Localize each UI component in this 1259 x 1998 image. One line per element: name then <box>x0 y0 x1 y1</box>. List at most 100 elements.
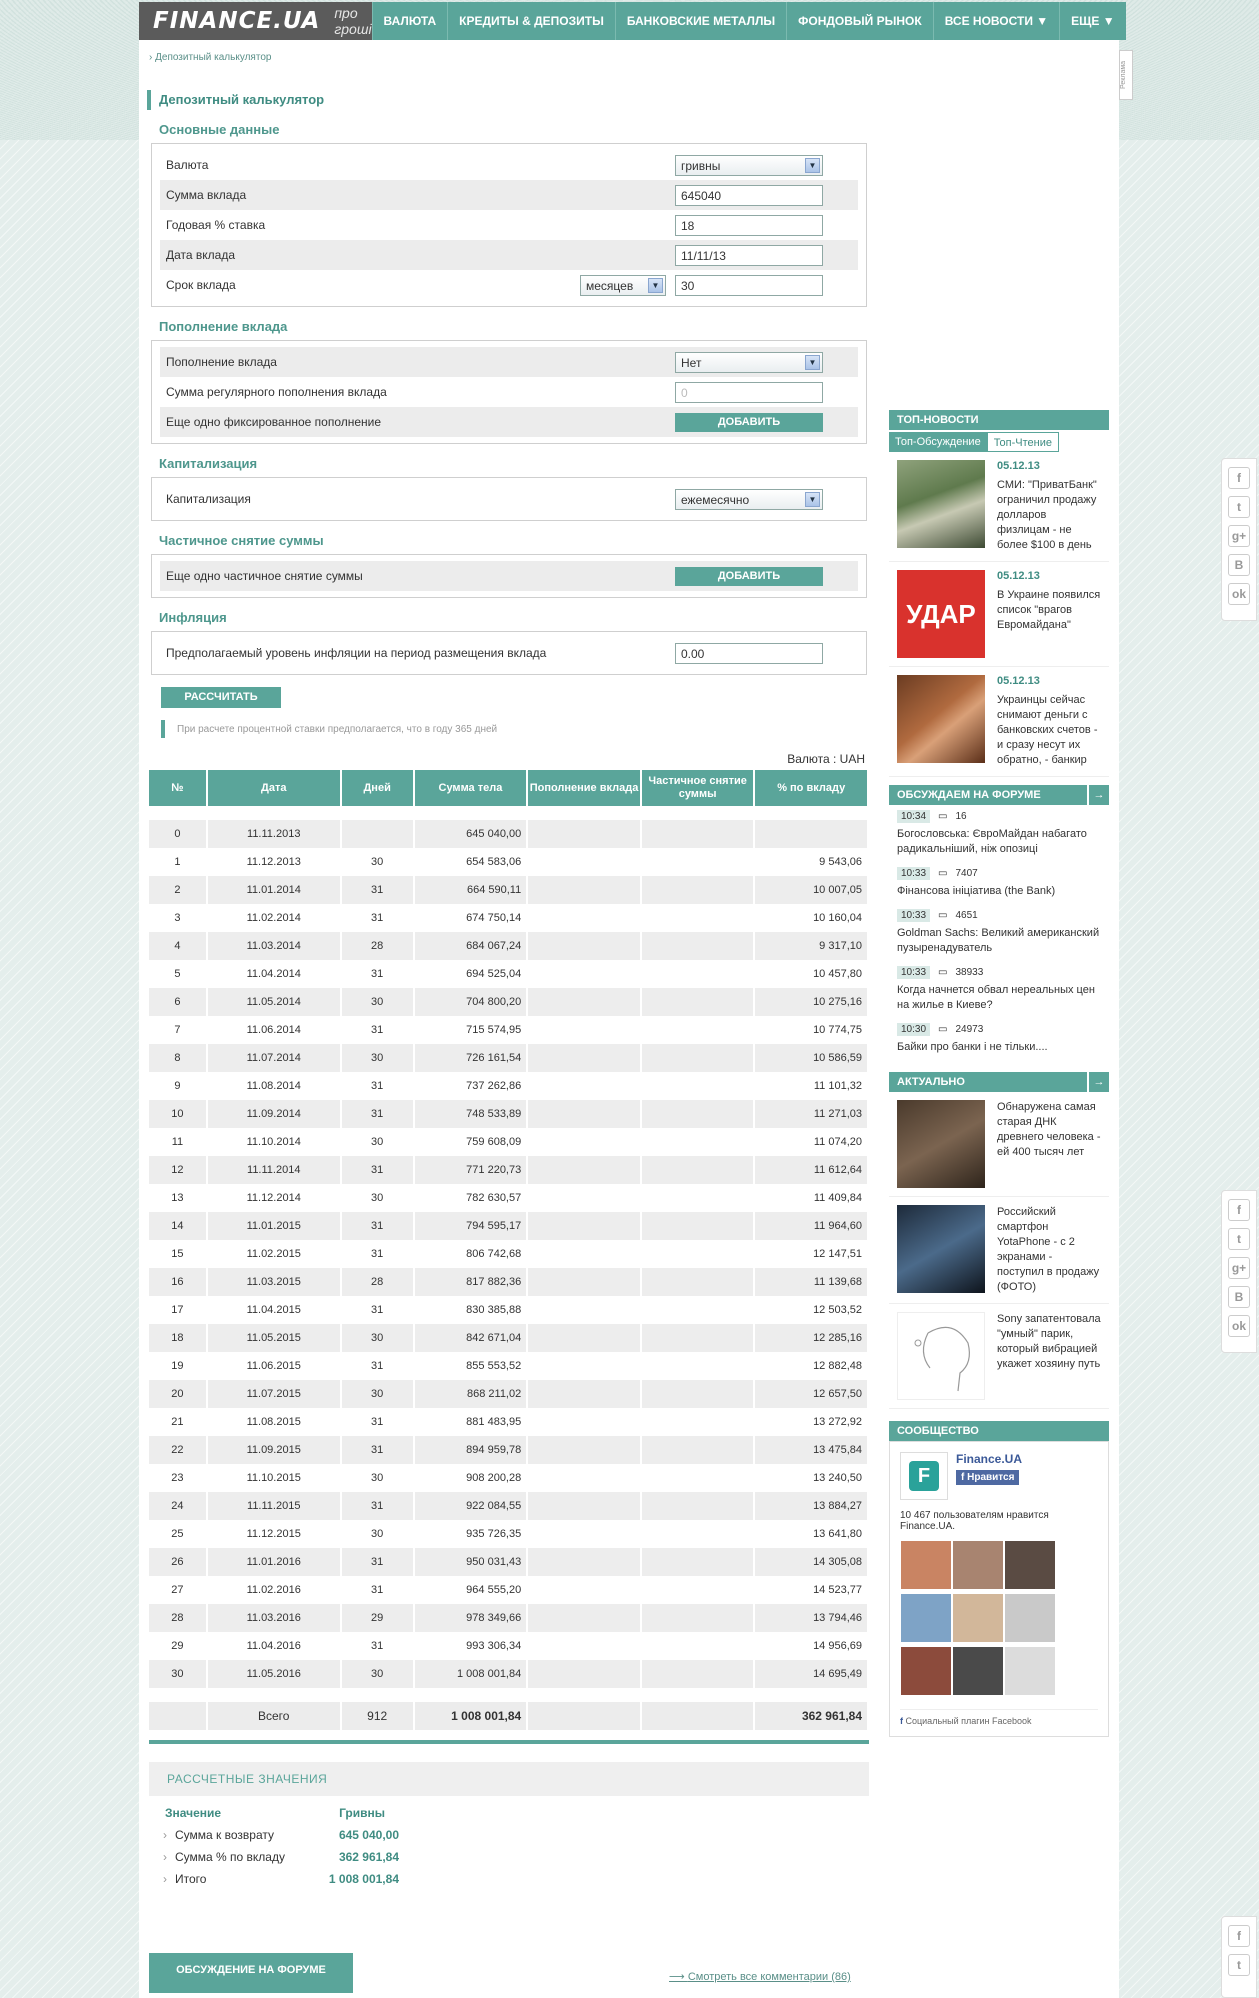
sum-input[interactable]: 645040 <box>675 185 823 206</box>
add-refill-button[interactable]: ДОБАВИТЬ <box>675 413 823 432</box>
table-cell <box>641 1100 754 1128</box>
forum-discussion-button[interactable]: ОБСУЖДЕНИЕ НА ФОРУМЕ <box>149 1953 353 1993</box>
community-name[interactable]: Finance.UA <box>956 1452 1022 1466</box>
table-cell: 31 <box>371 1248 384 1260</box>
twitter-icon[interactable]: t <box>1228 496 1250 518</box>
table-cell: 11.02.2014 <box>246 912 301 924</box>
vk-icon[interactable]: B <box>1228 554 1250 576</box>
table-cell: 10 457,80 <box>813 968 862 980</box>
twitter-icon[interactable]: t <box>1228 1954 1250 1976</box>
table-cell: 31 <box>371 1024 384 1036</box>
table-cell <box>528 1548 640 1576</box>
nav-metals[interactable]: БАНКОВСКИЕ МЕТАЛЛЫ <box>614 2 786 40</box>
table-cell: 11.03.2016 <box>207 1604 340 1632</box>
table-cell: 806 742,68 <box>466 1248 522 1260</box>
table-cell: 11 <box>171 1136 184 1148</box>
table-cell <box>528 1128 640 1156</box>
all-comments-link[interactable]: ⟶ Смотреть все комментарии (86) <box>669 1970 851 1983</box>
forum-item[interactable]: 10:30 ▭ 24973 Байки про банки і не тільки..… <box>889 1018 1109 1060</box>
odnoklassniki-icon[interactable]: ok <box>1228 583 1250 605</box>
nav-more[interactable]: ЕЩЕ ▼ <box>1059 2 1125 40</box>
table-row: 8 11.07.2014 30 726 161,54 10 586,59 <box>149 1044 867 1072</box>
col-body: Сумма тела <box>414 770 527 806</box>
nav-credits[interactable]: КРЕДИТЫ & ДЕПОЗИТЫ <box>447 2 615 40</box>
table-cell: 8 <box>149 1044 206 1072</box>
google-plus-icon[interactable]: g+ <box>1228 1257 1250 1279</box>
table-cell <box>528 1408 640 1436</box>
table-cell: 30 <box>149 1660 206 1688</box>
table-cell: 1 <box>174 856 181 868</box>
nav-currency[interactable]: ВАЛЮТА <box>371 2 448 40</box>
vk-icon[interactable]: B <box>1228 1286 1250 1308</box>
top-news-tabs: Топ-Обсуждение Топ-Чтение <box>889 432 1109 452</box>
term-input[interactable]: 30 <box>675 275 823 296</box>
actual-item[interactable]: Sony запатентовала "умный" парик, которы… <box>889 1304 1109 1409</box>
tab-top-discussion[interactable]: Топ-Обсуждение <box>889 432 987 452</box>
news-item[interactable]: 05.12.13 СМИ: "ПриватБанк" ограничил прод… <box>889 452 1109 562</box>
table-cell: 29 <box>171 1640 184 1652</box>
calculate-button[interactable]: РАССЧИТАТЬ <box>161 687 281 708</box>
avatar[interactable] <box>1005 1541 1055 1589</box>
nav-all-news[interactable]: ВСЕ НОВОСТИ ▼ <box>932 2 1059 40</box>
table-cell: 14 305,08 <box>755 1548 867 1576</box>
table-cell: 935 726,35 <box>466 1528 522 1540</box>
news-item[interactable]: УДАР 05.12.13 В Украине появился список "… <box>889 562 1109 667</box>
table-cell: 31 <box>341 1436 413 1464</box>
table-cell: 817 882,36 <box>414 1268 527 1296</box>
table-cell <box>641 1436 754 1464</box>
forum-item[interactable]: 10:34 ▭ 16 Богословська: ЄвроМайдан набагат… <box>889 805 1109 862</box>
tab-top-reading[interactable]: Топ-Чтение <box>986 432 1059 452</box>
forum-count: 4651 <box>955 910 978 921</box>
avatar[interactable] <box>953 1541 1003 1589</box>
forum-item[interactable]: 10:33 ▭ 7407 Фінансова ініціатива (the Bank… <box>889 862 1109 904</box>
add-withdraw-button[interactable]: ДОБАВИТЬ <box>675 567 823 586</box>
table-cell: 31 <box>341 1548 413 1576</box>
term-unit-select[interactable]: месяцев ▼ <box>580 275 666 296</box>
table-cell <box>641 876 754 904</box>
table-row: 23 11.10.2015 30 908 200,28 13 240,50 <box>149 1464 867 1492</box>
avatar[interactable] <box>953 1594 1003 1642</box>
nav-stock[interactable]: ФОНДОВЫЙ РЫНОК <box>786 2 933 40</box>
avatar[interactable] <box>953 1647 1003 1695</box>
col-withdraw: Частичное снятие суммы <box>641 770 754 806</box>
table-cell: 13 272,92 <box>813 1416 862 1428</box>
table-row: 19 11.06.2015 31 855 553,52 12 882,48 <box>149 1352 867 1380</box>
table-row: 30 11.05.2016 30 1 008 001,84 14 695,49 <box>149 1660 867 1688</box>
actual-item[interactable]: Российский смартфон YotaPhone - с 2 экра… <box>889 1197 1109 1304</box>
rate-input[interactable]: 18 <box>675 215 823 236</box>
odnoklassniki-icon[interactable]: ok <box>1228 1315 1250 1337</box>
facebook-icon[interactable]: f <box>1228 1925 1250 1947</box>
refill-select[interactable]: Нет ▼ <box>675 352 823 373</box>
forum-title: Фінансова ініціатива (the Bank) <box>897 885 1056 897</box>
avatar[interactable] <box>1005 1647 1055 1695</box>
avatar[interactable] <box>901 1541 951 1589</box>
forum-item[interactable]: 10:33 ▭ 4651 Goldman Sachs: Великий америка… <box>889 904 1109 961</box>
section-withdraw-title: Частичное снятие суммы <box>159 533 324 548</box>
actual-item[interactable]: Обнаружена самая старая ДНК древнего чел… <box>889 1092 1109 1197</box>
avatar[interactable] <box>901 1647 951 1695</box>
regular-input[interactable]: 0 <box>675 382 823 403</box>
forum-item[interactable]: 10:33 ▭ 38933 Когда начнется обвал нереальн… <box>889 961 1109 1018</box>
facebook-icon[interactable]: f <box>1228 1199 1250 1221</box>
news-item[interactable]: 05.12.13 Украинцы сейчас снимают деньги с… <box>889 667 1109 777</box>
table-cell: 11.08.2014 <box>246 1080 301 1092</box>
arrow-right-icon[interactable]: → <box>1087 785 1109 805</box>
date-input[interactable]: 11/11/13 <box>675 245 823 266</box>
table-cell: 30 <box>341 988 413 1016</box>
google-plus-icon[interactable]: g+ <box>1228 525 1250 547</box>
breadcrumb-link[interactable]: Депозитный калькулятор <box>155 52 271 63</box>
currency-select[interactable]: гривны ▼ <box>675 155 823 176</box>
inflation-input[interactable]: 0.00 <box>675 643 823 664</box>
cap-select[interactable]: ежемесячно ▼ <box>675 489 823 510</box>
table-total-row: Всего 912 1 008 001,84 362 961,84 <box>149 1702 867 1730</box>
twitter-icon[interactable]: t <box>1228 1228 1250 1250</box>
avatar[interactable] <box>901 1594 951 1642</box>
table-row: 5 11.04.2014 31 694 525,04 10 457,80 <box>149 960 867 988</box>
facebook-icon[interactable]: f <box>1228 467 1250 489</box>
like-button[interactable]: f Нравится <box>956 1470 1020 1485</box>
logo[interactable]: FINANCE.UA про гроші <box>139 2 372 40</box>
arrow-right-icon[interactable]: → <box>1087 1072 1109 1092</box>
community-count: 10 467 пользователям нравится Finance.UA… <box>900 1510 1049 1532</box>
table-cell: 30 <box>371 1136 384 1148</box>
avatar[interactable] <box>1005 1594 1055 1642</box>
